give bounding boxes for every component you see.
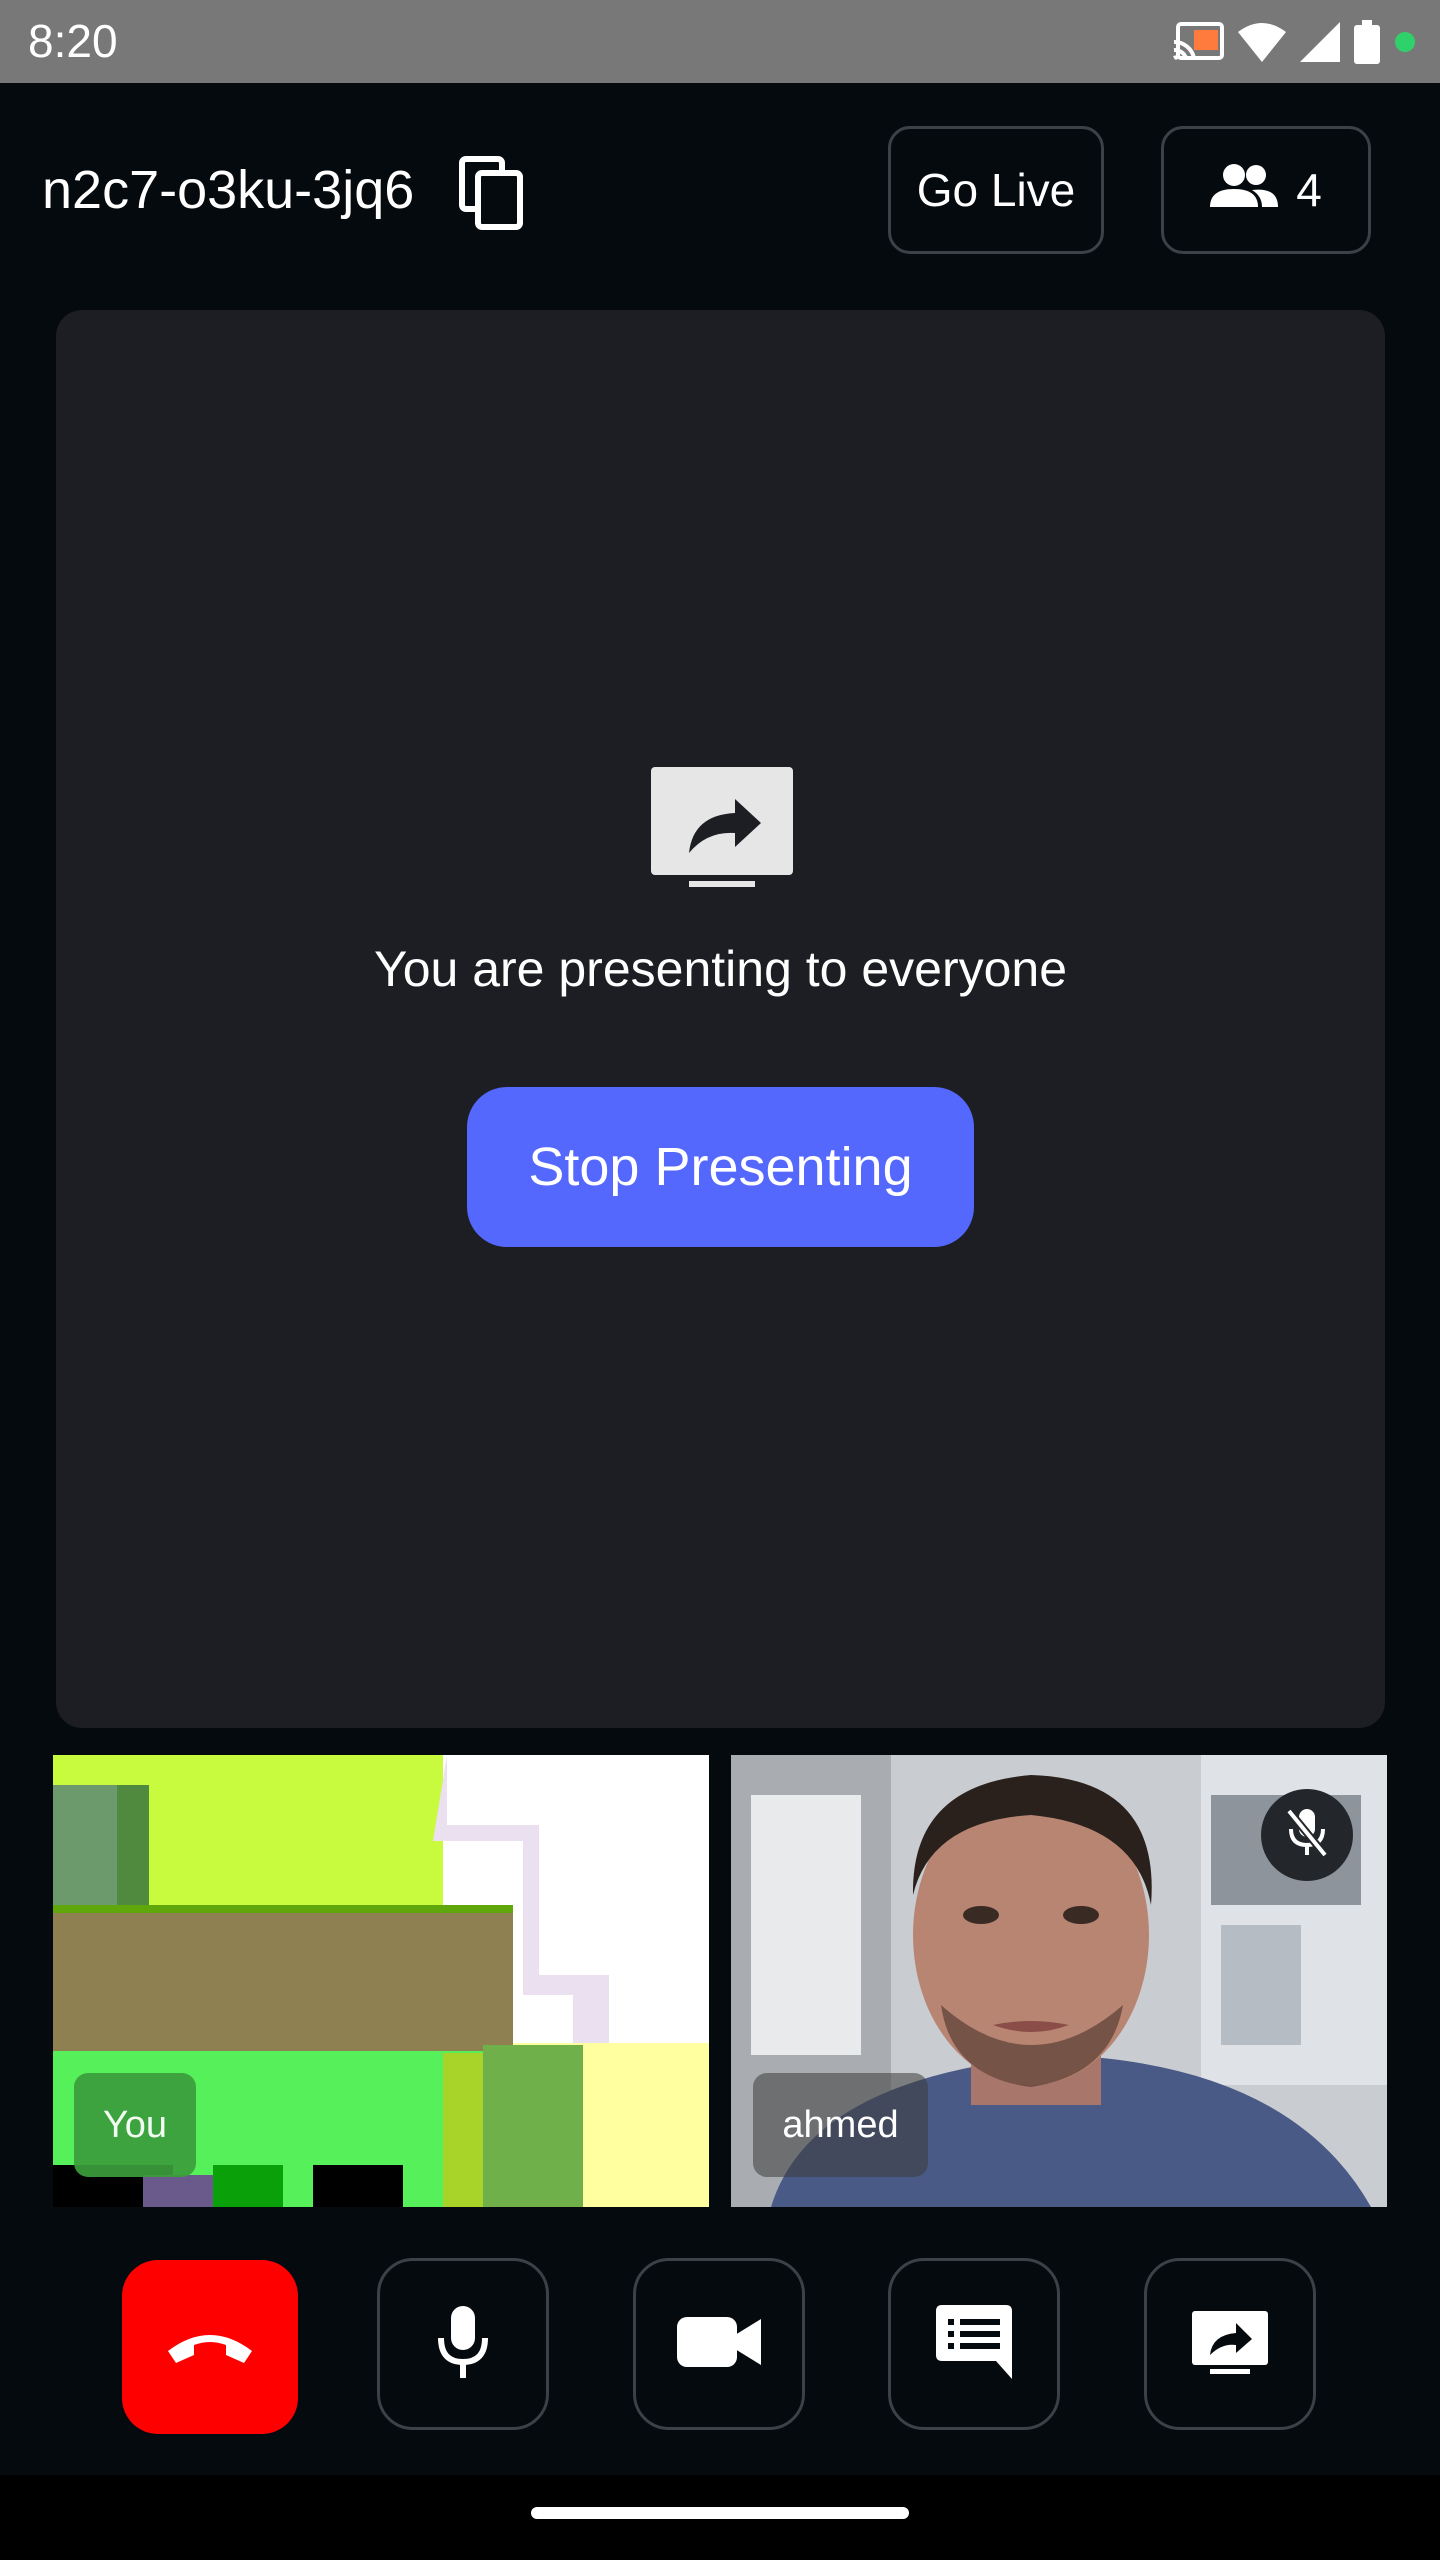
chat-icon [934,2303,1014,2386]
meeting-header: n2c7-o3ku-3jq6 Go Live 4 [0,83,1440,303]
meeting-id: n2c7-o3ku-3jq6 [42,160,415,220]
participants-button[interactable]: 4 [1161,126,1371,254]
privacy-dot-icon [1394,31,1416,53]
screen-share-button[interactable] [1144,2258,1316,2430]
camera-button[interactable] [633,2258,805,2430]
chat-button[interactable] [888,2258,1060,2430]
system-nav-bar [0,2475,1440,2560]
participants-count: 4 [1296,164,1322,216]
call-controls [0,2258,1440,2434]
stop-presenting-button[interactable]: Stop Presenting [467,1087,974,1247]
status-time: 8:20 [28,15,118,67]
presentation-panel: You are presenting to everyone Stop Pres… [56,310,1385,1728]
cast-icon [1172,22,1224,62]
go-live-label: Go Live [916,164,1076,216]
copy-icon[interactable] [458,155,526,231]
microphone-button[interactable] [377,2258,549,2430]
participant-name-tag: You [74,2073,196,2177]
home-indicator[interactable] [531,2507,909,2519]
video-camera-icon [675,2315,763,2374]
participant-name: ahmed [782,2103,899,2146]
end-call-button[interactable] [122,2260,298,2434]
status-icons [1172,18,1416,66]
participant-tile-ahmed[interactable]: ahmed [731,1755,1387,2207]
phone-hangup-icon [164,2325,256,2370]
status-bar: 8:20 [0,0,1440,83]
battery-icon [1354,20,1380,64]
participant-name: You [102,2103,168,2146]
people-icon [1210,163,1279,218]
go-live-button[interactable]: Go Live [888,126,1104,254]
microphone-icon [435,2304,491,2385]
mic-off-icon [1285,1807,1329,1864]
presenting-message: You are presenting to everyone [373,941,1068,997]
participant-name-tag: ahmed [753,2073,928,2177]
participant-tile-you[interactable]: You [53,1755,709,2207]
signal-icon [1300,22,1340,62]
screen-share-icon [649,765,795,889]
screen-share-icon [1190,2309,1270,2380]
wifi-icon [1238,22,1286,62]
mic-muted-indicator [1261,1789,1353,1881]
